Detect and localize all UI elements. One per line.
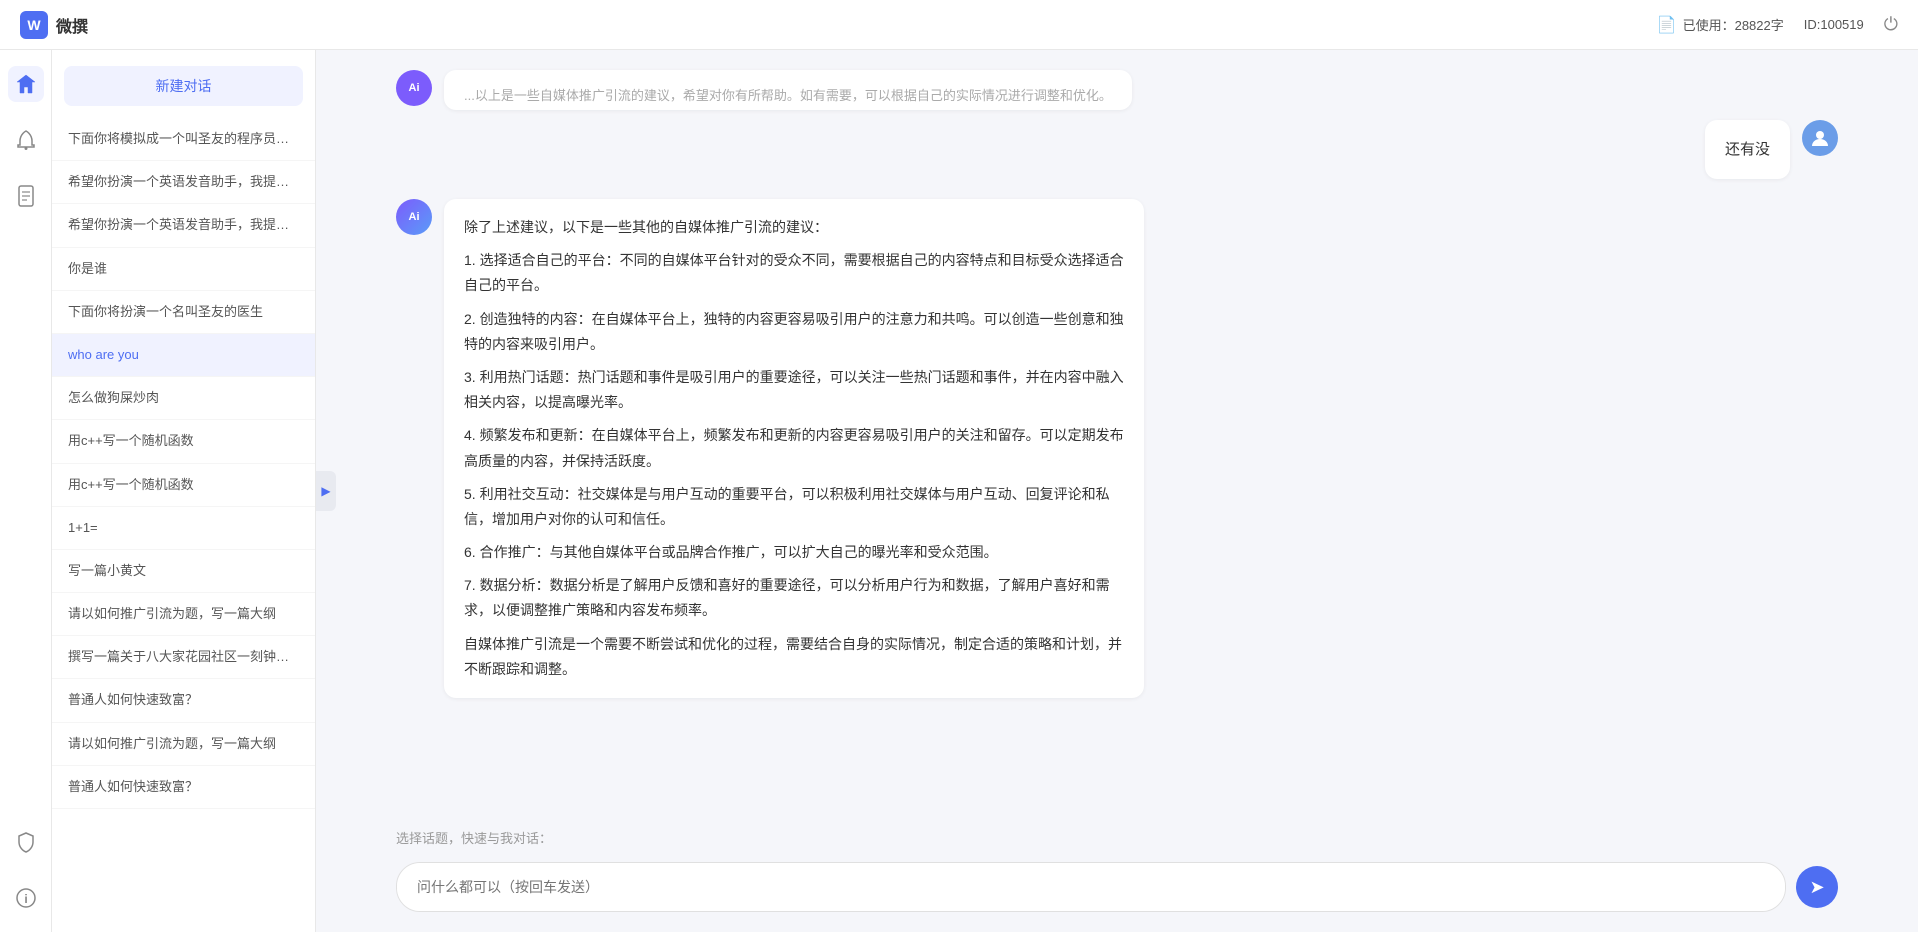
message-row: Ai ...以上是一些自媒体推广引流的建议，希望对你有所帮助。如有需要，可以根据… bbox=[396, 70, 1838, 110]
user-bubble: 还有没 bbox=[1705, 120, 1790, 179]
svg-text:i: i bbox=[24, 892, 27, 906]
main-layout: i 新建对话 下面你将模拟成一个叫圣友的程序员，我说...希望你扮演一个英语发音… bbox=[0, 50, 1918, 932]
doc-icon: 📄 bbox=[1657, 15, 1677, 35]
suggestion-bar: 选择话题，快速与我对话： bbox=[316, 818, 1918, 854]
suggestion-label: 选择话题，快速与我对话： bbox=[396, 831, 552, 846]
history-item[interactable]: who are you bbox=[52, 334, 315, 377]
logo-icon: W bbox=[20, 11, 48, 39]
char-count-label: 已使用：28822字 bbox=[1683, 15, 1784, 34]
icon-bar-bottom: i bbox=[8, 824, 44, 916]
history-item[interactable]: 用c++写一个随机函数 bbox=[52, 464, 315, 507]
nav-doc-icon[interactable] bbox=[8, 178, 44, 214]
user-message-row: 还有没 bbox=[396, 120, 1838, 179]
history-list: 下面你将模拟成一个叫圣友的程序员，我说...希望你扮演一个英语发音助手，我提供给… bbox=[52, 118, 315, 932]
nav-info-icon[interactable]: i bbox=[8, 880, 44, 916]
ai-paragraph: 6. 合作推广：与其他自媒体平台或品牌合作推广，可以扩大自己的曝光率和受众范围。 bbox=[464, 540, 1124, 565]
user-avatar bbox=[1802, 120, 1838, 156]
history-item[interactable]: 下面你将模拟成一个叫圣友的程序员，我说... bbox=[52, 118, 315, 161]
ai-paragraph: 3. 利用热门话题：热门话题和事件是吸引用户的重要途径，可以关注一些热门话题和事… bbox=[464, 365, 1124, 415]
ai-avatar: Ai bbox=[396, 70, 432, 106]
ai-avatar-main: Ai bbox=[396, 199, 432, 235]
ai-paragraph: 7. 数据分析：数据分析是了解用户反馈和喜好的重要途径，可以分析用户行为和数据，… bbox=[464, 573, 1124, 623]
ai-message-content: 除了上述建议，以下是一些其他的自媒体推广引流的建议： 1. 选择适合自己的平台：不… bbox=[464, 215, 1124, 682]
history-item[interactable]: 请以如何推广引流为题，写一篇大纲 bbox=[52, 593, 315, 636]
history-item[interactable]: 请以如何推广引流为题，写一篇大纲 bbox=[52, 723, 315, 766]
history-item[interactable]: 怎么做狗屎炒肉 bbox=[52, 377, 315, 420]
nav-shield-icon[interactable] bbox=[8, 824, 44, 860]
ai-avatar-label: Ai bbox=[409, 211, 420, 223]
history-item[interactable]: 下面你将扮演一个名叫圣友的医生 bbox=[52, 291, 315, 334]
history-item[interactable]: 希望你扮演一个英语发音助手，我提供给你... bbox=[52, 161, 315, 204]
ai-paragraph: 2. 创造独特的内容：在自媒体平台上，独特的内容更容易吸引用户的注意力和共鸣。可… bbox=[464, 307, 1124, 357]
ai-bubble-main: 除了上述建议，以下是一些其他的自媒体推广引流的建议： 1. 选择适合自己的平台：不… bbox=[444, 199, 1144, 698]
ai-message-row: Ai 除了上述建议，以下是一些其他的自媒体推广引流的建议： 1. 选择适合自己的平… bbox=[396, 199, 1838, 698]
history-item[interactable]: 你是谁 bbox=[52, 248, 315, 291]
history-item[interactable]: 撰写一篇关于八大家花园社区一刻钟便民生... bbox=[52, 636, 315, 679]
logo-area: W 微撰 bbox=[20, 11, 88, 39]
new-chat-button[interactable]: 新建对话 bbox=[64, 66, 303, 106]
send-icon: ➤ bbox=[1809, 877, 1824, 898]
history-item[interactable]: 普通人如何快速致富？ bbox=[52, 766, 315, 809]
collapse-sidebar-button[interactable]: ▶ bbox=[316, 471, 336, 511]
history-item[interactable]: 用c++写一个随机函数 bbox=[52, 420, 315, 463]
history-item[interactable]: 写一篇小黄文 bbox=[52, 550, 315, 593]
char-count: 📄 已使用：28822字 bbox=[1657, 15, 1784, 35]
ai-paragraph: 1. 选择适合自己的平台：不同的自媒体平台针对的受众不同，需要根据自己的内容特点… bbox=[464, 248, 1124, 298]
ai-paragraph: 4. 频繁发布和更新：在自媒体平台上，频繁发布和更新的内容更容易吸引用户的关注和… bbox=[464, 423, 1124, 473]
topbar: W 微撰 📄 已使用：28822字 ID:100519 ⏻ bbox=[0, 0, 1918, 50]
chat-area: Ai ...以上是一些自媒体推广引流的建议，希望对你有所帮助。如有需要，可以根据… bbox=[316, 50, 1918, 932]
history-item[interactable]: 希望你扮演一个英语发音助手，我提供给你... bbox=[52, 204, 315, 247]
ai-paragraph: 5. 利用社交互动：社交媒体是与用户互动的重要平台，可以积极利用社交媒体与用户互… bbox=[464, 482, 1124, 532]
ai-bubble-prev: ...以上是一些自媒体推广引流的建议，希望对你有所帮助。如有需要，可以根据自己的… bbox=[444, 70, 1132, 110]
right-info: 📄 已使用：28822字 ID:100519 ⏻ bbox=[1657, 14, 1898, 35]
nav-home-icon[interactable] bbox=[8, 66, 44, 102]
chat-input[interactable] bbox=[396, 862, 1786, 912]
collapse-icon: ▶ bbox=[321, 484, 330, 498]
power-icon[interactable]: ⏻ bbox=[1884, 14, 1898, 35]
prev-message-text: ...以上是一些自媒体推广引流的建议，希望对你有所帮助。如有需要，可以根据自己的… bbox=[464, 88, 1112, 103]
ai-paragraph: 自媒体推广引流是一个需要不断尝试和优化的过程，需要结合自身的实际情况，制定合适的… bbox=[464, 632, 1124, 682]
sidebar: 新建对话 下面你将模拟成一个叫圣友的程序员，我说...希望你扮演一个英语发音助手… bbox=[52, 50, 316, 932]
history-item[interactable]: 普通人如何快速致富？ bbox=[52, 679, 315, 722]
app-title: 微撰 bbox=[56, 13, 88, 37]
messages-list: Ai ...以上是一些自媒体推广引流的建议，希望对你有所帮助。如有需要，可以根据… bbox=[316, 50, 1918, 818]
nav-bell-icon[interactable] bbox=[8, 122, 44, 158]
icon-bar: i bbox=[0, 50, 52, 932]
ai-paragraph: 除了上述建议，以下是一些其他的自媒体推广引流的建议： bbox=[464, 215, 1124, 240]
send-button[interactable]: ➤ bbox=[1796, 866, 1838, 908]
user-message-text: 还有没 bbox=[1725, 141, 1770, 158]
history-item[interactable]: 1+1= bbox=[52, 507, 315, 550]
input-area: ➤ bbox=[316, 854, 1918, 932]
user-id-label: ID:100519 bbox=[1804, 17, 1864, 32]
